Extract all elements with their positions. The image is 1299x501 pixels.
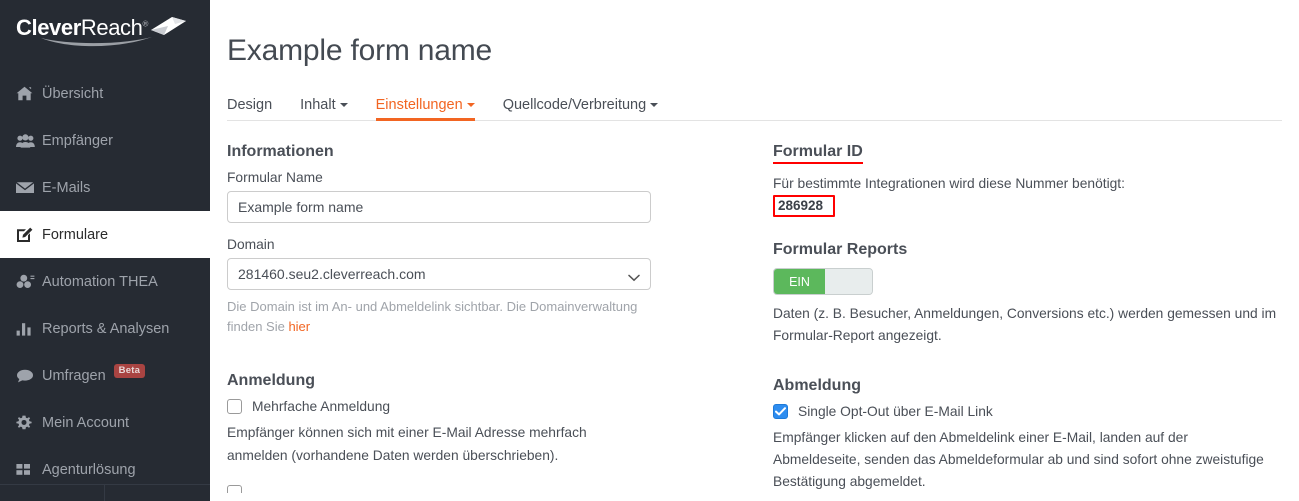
tab-design[interactable]: Design: [227, 97, 272, 120]
section-heading-informationen: Informationen: [227, 143, 334, 161]
domain-help-line2: finden Sie: [227, 319, 289, 335]
abmeldung-description-line3: Bestätigung abgemeldet.: [773, 474, 926, 490]
sidebar-item-umfragen[interactable]: Umfragen Beta: [0, 352, 210, 399]
domain-help-link[interactable]: hier: [288, 319, 310, 334]
content-columns: Informationen Formular Name Domain 28146…: [210, 121, 1299, 493]
sidebar-item-ubersicht[interactable]: Übersicht: [0, 70, 210, 117]
grid-icon: [16, 463, 42, 476]
sidebar-item-label: Umfragen: [42, 367, 106, 384]
mehrfache-anmeldung-label: Mehrfache Anmeldung: [252, 399, 391, 415]
sidebar-nav: Übersicht Empfänger E-Mails Formulare Au…: [0, 70, 210, 493]
mehrfache-anmeldung-row[interactable]: Mehrfache Anmeldung: [227, 399, 773, 415]
sidebar-item-label: Agenturlösung: [42, 461, 136, 478]
sidebar-item-empfanger[interactable]: Empfänger: [0, 117, 210, 164]
bar-chart-icon: [16, 322, 42, 336]
toggle-off-track: [825, 269, 872, 295]
sidebar-item-label: E-Mails: [42, 179, 91, 196]
sidebar-item-label: Mein Account: [42, 414, 130, 431]
automation-icon: [16, 274, 42, 289]
section-heading-formular-reports: Formular Reports: [773, 241, 908, 259]
column-left: Informationen Formular Name Domain 28146…: [227, 143, 773, 493]
check-icon: [775, 407, 786, 416]
envelope-logo-icon: [151, 17, 186, 35]
domain-help-line1: Die Domain ist im An- und Abmeldelink si…: [227, 299, 638, 315]
sidebar-item-agenturlosung[interactable]: Agenturlösung: [0, 446, 210, 493]
sidebar-item-label: Empfänger: [42, 132, 113, 149]
sidebar-item-mein-account[interactable]: Mein Account: [0, 399, 210, 446]
mehrfache-anmeldung-checkbox[interactable]: [227, 399, 242, 415]
main-content: Example form name Design Inhalt Einstell…: [210, 0, 1299, 501]
tab-inhalt[interactable]: Inhalt: [300, 97, 348, 120]
app-root: CleverReach® Übersicht Empfänger E-Mails…: [0, 0, 1299, 501]
single-opt-out-checkbox[interactable]: [773, 404, 788, 420]
abmeldung-description-line1: Empfänger klicken auf den Abmeldelink ei…: [773, 430, 1188, 446]
clipped-checkbox[interactable]: [227, 484, 242, 493]
tab-quellcode-verbreitung[interactable]: Quellcode/Verbreitung: [503, 97, 659, 120]
envelope-icon: [16, 181, 42, 194]
sidebar-item-label: Reports & Analysen: [42, 320, 170, 337]
brand-logo[interactable]: CleverReach®: [0, 0, 210, 64]
tab-einstellungen[interactable]: Einstellungen: [375, 97, 475, 122]
tab-label: Design: [227, 97, 273, 114]
section-heading-anmeldung: Anmeldung: [227, 372, 315, 390]
tab-label: Einstellungen: [375, 97, 463, 114]
domain-help-text: Die Domain ist im An- und Abmeldelink si…: [227, 297, 647, 337]
column-right: Formular ID Für bestimmte Integrationen …: [773, 143, 1293, 493]
sidebar-item-label: Formulare: [42, 226, 109, 243]
chevron-down-icon: [339, 103, 348, 108]
label-formular-name: Formular Name: [227, 170, 323, 186]
tab-bar: Design Inhalt Einstellungen Quellcode/Ve…: [227, 88, 1282, 122]
chevron-down-icon: [650, 103, 659, 108]
toggle-on-label: EIN: [774, 269, 825, 295]
anmeldung-description: Empfänger können sich mit einer E-Mail A…: [227, 422, 647, 466]
sidebar-item-formulare[interactable]: Formulare: [0, 211, 210, 258]
sidebar-item-label: Automation THEA: [42, 273, 158, 290]
abmeldung-description: Empfänger klicken auf den Abmeldelink ei…: [773, 427, 1285, 493]
sidebar-item-reports-analysen[interactable]: Reports & Analysen: [0, 305, 210, 352]
sidebar: CleverReach® Übersicht Empfänger E-Mails…: [0, 0, 210, 501]
section-heading-abmeldung: Abmeldung: [773, 377, 861, 395]
tab-label: Quellcode/Verbreitung: [502, 97, 647, 114]
formular-reports-description: Daten (z. B. Besucher, Anmeldungen, Conv…: [773, 303, 1285, 347]
formular-name-input[interactable]: [227, 191, 651, 224]
anmeldung-description-line2: anmelden (vorhandene Daten werden übersc…: [227, 447, 559, 463]
page-title: Example form name: [227, 34, 493, 68]
users-icon: [16, 133, 42, 148]
tab-label: Inhalt: [300, 97, 336, 114]
chevron-down-icon: [466, 103, 475, 108]
gear-icon: [16, 415, 42, 431]
sidebar-item-label: Übersicht: [42, 85, 104, 102]
formular-reports-description-line1: Daten (z. B. Besucher, Anmeldungen, Conv…: [773, 306, 1277, 322]
form-edit-icon: [16, 227, 42, 243]
single-opt-out-row[interactable]: Single Opt-Out über E-Mail Link: [773, 404, 1293, 420]
sidebar-divider: [0, 484, 210, 485]
sidebar-item-automation-thea[interactable]: Automation THEA: [0, 258, 210, 305]
single-opt-out-label: Single Opt-Out über E-Mail Link: [798, 404, 993, 420]
formular-reports-toggle[interactable]: EIN: [773, 268, 873, 296]
chat-icon: [16, 369, 42, 383]
next-checkbox-clipped[interactable]: [227, 484, 773, 493]
section-heading-formular-id: Formular ID: [773, 143, 863, 165]
status-badge-beta: Beta: [113, 363, 146, 378]
sidebar-item-emails[interactable]: E-Mails: [0, 164, 210, 211]
swoosh-icon: [41, 37, 152, 47]
abmeldung-description-line2: Abmeldeseite, senden das Abmeldeformular…: [773, 452, 1264, 468]
formular-reports-description-line2: Formular-Report angezeigt.: [773, 328, 942, 344]
anmeldung-description-line1: Empfänger können sich mit einer E-Mail A…: [227, 425, 587, 441]
label-domain: Domain: [227, 237, 275, 253]
formular-id-value: 286928: [773, 195, 836, 218]
formular-id-note: Für bestimmte Integrationen wird diese N…: [773, 176, 1125, 192]
home-icon: [16, 86, 42, 101]
sidebar-divider-tick: [104, 484, 105, 501]
domain-select[interactable]: 281460.seu2.cleverreach.com: [227, 258, 651, 291]
